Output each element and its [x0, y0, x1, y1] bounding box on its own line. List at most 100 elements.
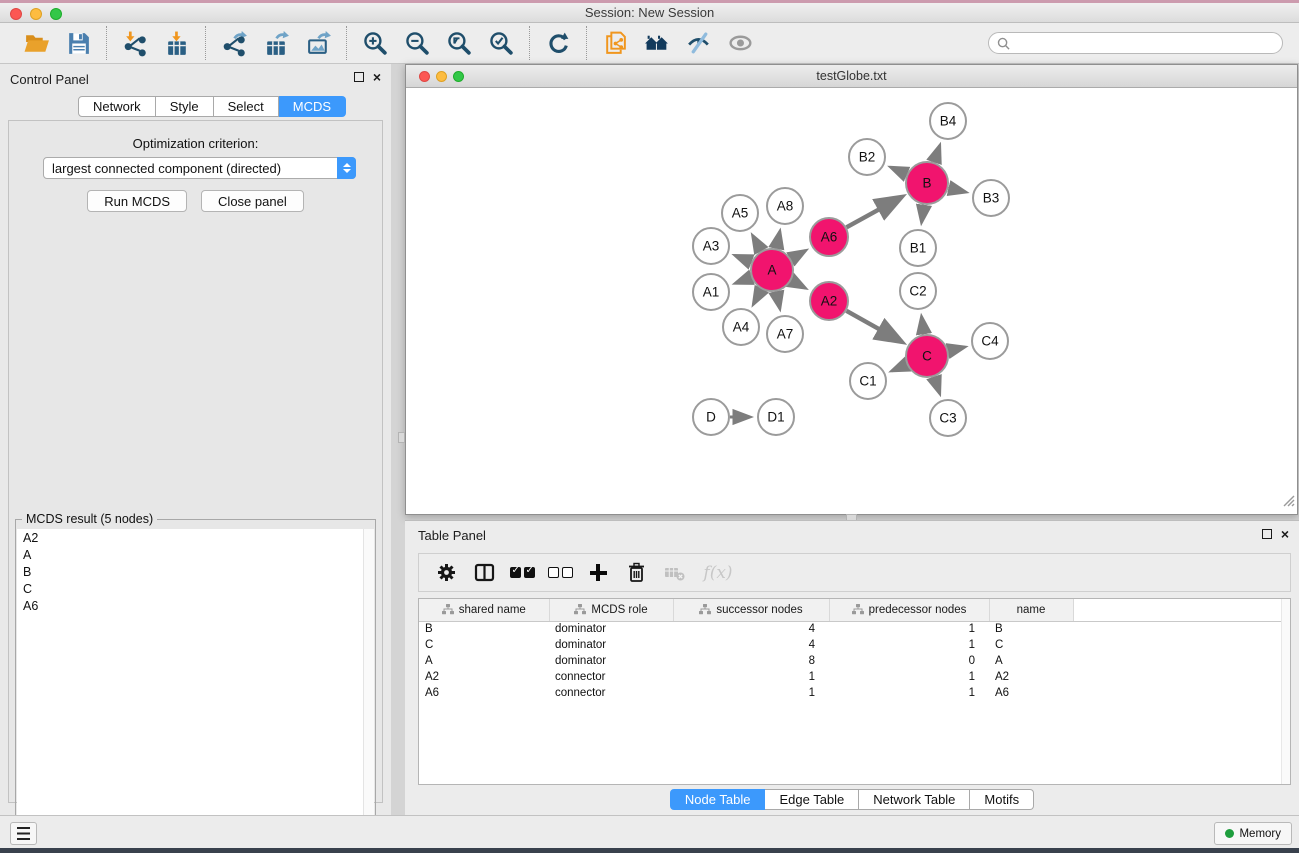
table-row[interactable]: Adominator80A	[419, 653, 1290, 669]
zoom-selected-button[interactable]	[483, 27, 519, 59]
tab-network-table[interactable]: Network Table	[859, 789, 970, 810]
edge-A-A8[interactable]	[776, 231, 779, 248]
node-A3[interactable]: A3	[693, 228, 729, 264]
node-C4[interactable]: C4	[972, 323, 1008, 359]
cell[interactable]: C	[989, 637, 1073, 653]
edge-A6-B[interactable]	[847, 197, 902, 227]
memory-button[interactable]: Memory	[1214, 822, 1292, 845]
tab-edge-table[interactable]: Edge Table	[765, 789, 859, 810]
task-history-button[interactable]	[10, 822, 37, 845]
cell[interactable]: A6	[989, 685, 1073, 701]
edge-A2-C[interactable]	[846, 311, 901, 342]
table-row[interactable]: Bdominator41B	[419, 621, 1290, 637]
edge-B-B3[interactable]	[948, 188, 965, 192]
cell[interactable]: A2	[989, 669, 1073, 685]
node-D1[interactable]: D1	[758, 399, 794, 435]
edge-A-A7[interactable]	[776, 292, 779, 309]
search-field[interactable]	[988, 32, 1283, 54]
export-image-button[interactable]	[300, 27, 336, 59]
edge-A-A1[interactable]	[735, 277, 751, 283]
run-mcds-button[interactable]: Run MCDS	[87, 190, 187, 212]
cell[interactable]: A	[989, 653, 1073, 669]
node-C1[interactable]: C1	[850, 363, 886, 399]
save-session-button[interactable]	[60, 27, 96, 59]
cell[interactable]: dominator	[549, 621, 673, 637]
node-A8[interactable]: A8	[767, 188, 803, 224]
cell[interactable]: C	[419, 637, 549, 653]
hide-all-columns-button[interactable]	[543, 558, 577, 588]
cell[interactable]: dominator	[549, 653, 673, 669]
tab-motifs[interactable]: Motifs	[970, 789, 1034, 810]
cell[interactable]: 8	[673, 653, 829, 669]
minimize-window-button[interactable]	[30, 8, 42, 20]
float-panel-icon[interactable]	[354, 72, 364, 82]
node-C3[interactable]: C3	[930, 400, 966, 436]
column-header-MCDS-role[interactable]: MCDS role	[549, 599, 673, 621]
delete-columns-button[interactable]	[619, 558, 653, 588]
tab-select[interactable]: Select	[214, 96, 279, 117]
cell[interactable]: A2	[419, 669, 549, 685]
network-canvas[interactable]: B4B2BB3A5A8A6A3AB1A1A2C2A4A7C4CC1DD1C3	[406, 88, 1297, 514]
edge-B-B1[interactable]	[922, 205, 924, 222]
node-D[interactable]: D	[693, 399, 729, 435]
result-scrollbar[interactable]	[363, 529, 374, 853]
table-row[interactable]: Cdominator41C	[419, 637, 1290, 653]
column-header-predecessor-nodes[interactable]: predecessor nodes	[829, 599, 989, 621]
edge-A-A4[interactable]	[753, 289, 761, 304]
column-header-name[interactable]: name	[989, 599, 1073, 621]
show-all-columns-button[interactable]	[505, 558, 539, 588]
result-item[interactable]: B	[17, 563, 363, 580]
tab-network[interactable]: Network	[78, 96, 156, 117]
zoom-window-button[interactable]	[50, 8, 62, 20]
close-panel-button[interactable]: Close panel	[201, 190, 304, 212]
node-A5[interactable]: A5	[722, 195, 758, 231]
result-item[interactable]: C	[17, 580, 363, 597]
export-table-button[interactable]	[258, 27, 294, 59]
export-network-button[interactable]	[216, 27, 252, 59]
search-input[interactable]	[1014, 36, 1274, 50]
cell[interactable]: 1	[829, 621, 989, 637]
edge-B-B4[interactable]	[934, 146, 940, 163]
cell[interactable]: 4	[673, 621, 829, 637]
vertical-splitter-handle[interactable]	[398, 432, 405, 443]
result-item[interactable]: A2	[17, 529, 363, 546]
node-C2[interactable]: C2	[900, 273, 936, 309]
cell[interactable]: 1	[673, 685, 829, 701]
criterion-dropdown[interactable]: largest connected component (directed)	[43, 157, 356, 179]
close-table-panel-icon[interactable]: ×	[1281, 529, 1289, 539]
float-table-panel-icon[interactable]	[1262, 529, 1272, 539]
network-overview-button[interactable]	[639, 27, 675, 59]
edge-A-A5[interactable]	[753, 236, 762, 251]
zoom-in-button[interactable]	[357, 27, 393, 59]
node-A[interactable]: A	[751, 249, 793, 291]
zoom-fit-button[interactable]	[441, 27, 477, 59]
close-window-button[interactable]	[10, 8, 22, 20]
edge-A-A2[interactable]	[791, 281, 805, 289]
table-row[interactable]: A6connector11A6	[419, 685, 1290, 701]
cell[interactable]: 1	[673, 669, 829, 685]
edge-C-C4[interactable]	[948, 347, 964, 351]
edge-C-C1[interactable]	[892, 365, 907, 371]
cell[interactable]: connector	[549, 669, 673, 685]
import-table-button[interactable]	[159, 27, 195, 59]
table-row[interactable]: A2connector11A2	[419, 669, 1290, 685]
node-A4[interactable]: A4	[723, 309, 759, 345]
create-column-button[interactable]	[581, 558, 615, 588]
tab-style[interactable]: Style	[156, 96, 214, 117]
close-panel-icon[interactable]: ×	[373, 72, 381, 82]
node-A7[interactable]: A7	[767, 316, 803, 352]
cell[interactable]: B	[419, 621, 549, 637]
edge-C-C3[interactable]	[934, 377, 940, 394]
mcds-result-list[interactable]: A2ABCA6	[17, 529, 363, 853]
node-B3[interactable]: B3	[973, 180, 1009, 216]
hide-panels-button[interactable]	[681, 27, 717, 59]
zoom-out-button[interactable]	[399, 27, 435, 59]
cell[interactable]: B	[989, 621, 1073, 637]
cell[interactable]: 0	[829, 653, 989, 669]
node-A6[interactable]: A6	[810, 218, 848, 256]
network-zoom-button[interactable]	[453, 71, 464, 82]
edge-A-A3[interactable]	[735, 256, 751, 262]
resize-grip-icon[interactable]	[1282, 494, 1295, 512]
network-minimize-button[interactable]	[436, 71, 447, 82]
edge-B-B2[interactable]	[891, 167, 907, 174]
